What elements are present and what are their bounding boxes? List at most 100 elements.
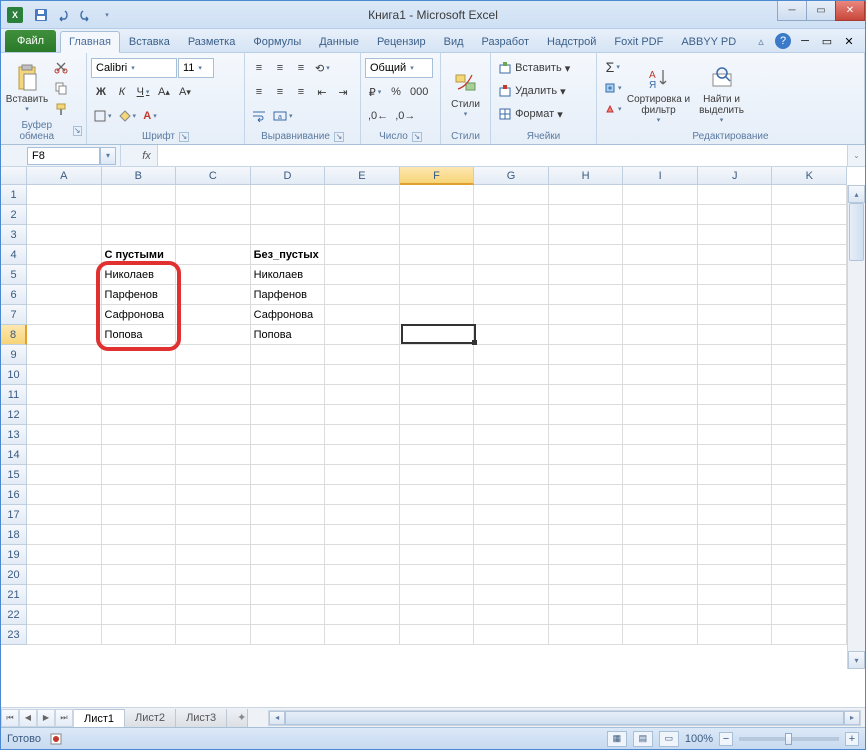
cell-K17[interactable] bbox=[772, 505, 847, 525]
sheet-nav-prev[interactable]: ◀ bbox=[19, 709, 37, 727]
cell-A16[interactable] bbox=[27, 485, 102, 505]
scroll-down-button[interactable]: ▾ bbox=[848, 651, 865, 669]
maximize-button[interactable]: ▭ bbox=[806, 1, 836, 21]
cell-F21[interactable] bbox=[400, 585, 475, 605]
cell-G8[interactable] bbox=[474, 325, 549, 345]
namebox[interactable]: F8 bbox=[27, 147, 100, 165]
align-center-button[interactable]: ≡ bbox=[270, 82, 290, 102]
cell-E12[interactable] bbox=[325, 405, 400, 425]
cell-B19[interactable] bbox=[102, 545, 177, 565]
cell-C14[interactable] bbox=[176, 445, 251, 465]
cell-A8[interactable] bbox=[27, 325, 102, 345]
tab-layout[interactable]: Разметка bbox=[179, 30, 245, 52]
percent-button[interactable]: % bbox=[386, 82, 406, 102]
cell-A15[interactable] bbox=[27, 465, 102, 485]
cell-B18[interactable] bbox=[102, 525, 177, 545]
cell-I13[interactable] bbox=[623, 425, 698, 445]
cell-D3[interactable] bbox=[251, 225, 326, 245]
fill-color-button[interactable] bbox=[116, 106, 140, 126]
cell-H16[interactable] bbox=[549, 485, 624, 505]
cell-I4[interactable] bbox=[623, 245, 698, 265]
cell-G6[interactable] bbox=[474, 285, 549, 305]
col-header-E[interactable]: E bbox=[325, 167, 400, 185]
cell-E11[interactable] bbox=[325, 385, 400, 405]
cell-H20[interactable] bbox=[549, 565, 624, 585]
cell-I15[interactable] bbox=[623, 465, 698, 485]
cell-H9[interactable] bbox=[549, 345, 624, 365]
cell-J3[interactable] bbox=[698, 225, 773, 245]
new-sheet-button[interactable]: ✦ bbox=[227, 709, 248, 727]
cell-H3[interactable] bbox=[549, 225, 624, 245]
cell-C13[interactable] bbox=[176, 425, 251, 445]
cell-K16[interactable] bbox=[772, 485, 847, 505]
tab-abbyy[interactable]: ABBYY PD bbox=[672, 30, 745, 52]
cell-F22[interactable] bbox=[400, 605, 475, 625]
cell-G15[interactable] bbox=[474, 465, 549, 485]
increase-decimal-button[interactable]: ,0← bbox=[365, 106, 391, 126]
cell-K8[interactable] bbox=[772, 325, 847, 345]
cell-E21[interactable] bbox=[325, 585, 400, 605]
cell-G22[interactable] bbox=[474, 605, 549, 625]
cell-K21[interactable] bbox=[772, 585, 847, 605]
row-header-17[interactable]: 17 bbox=[1, 505, 27, 525]
cell-J13[interactable] bbox=[698, 425, 773, 445]
cell-D18[interactable] bbox=[251, 525, 326, 545]
grid[interactable]: ABCDEFGHIJK 1234567891011121314151617181… bbox=[1, 167, 865, 687]
wrap-text-button[interactable] bbox=[249, 106, 269, 126]
cell-C15[interactable] bbox=[176, 465, 251, 485]
cell-G13[interactable] bbox=[474, 425, 549, 445]
cell-J22[interactable] bbox=[698, 605, 773, 625]
clipboard-launcher[interactable]: ↘ bbox=[73, 126, 82, 136]
indent-inc-button[interactable]: ⇥ bbox=[333, 82, 353, 102]
cell-D6[interactable]: Парфенов bbox=[251, 285, 326, 305]
cell-H14[interactable] bbox=[549, 445, 624, 465]
cell-J11[interactable] bbox=[698, 385, 773, 405]
number-launcher[interactable]: ↘ bbox=[412, 132, 422, 142]
cell-J5[interactable] bbox=[698, 265, 773, 285]
cell-C6[interactable] bbox=[176, 285, 251, 305]
cell-B21[interactable] bbox=[102, 585, 177, 605]
cell-B17[interactable] bbox=[102, 505, 177, 525]
cell-B10[interactable] bbox=[102, 365, 177, 385]
copy-button[interactable] bbox=[51, 78, 71, 98]
cell-G3[interactable] bbox=[474, 225, 549, 245]
tab-foxit[interactable]: Foxit PDF bbox=[605, 30, 672, 52]
view-pagelayout-button[interactable]: ▤ bbox=[633, 731, 653, 747]
cell-D13[interactable] bbox=[251, 425, 326, 445]
tab-view[interactable]: Вид bbox=[435, 30, 473, 52]
paste-button[interactable]: Вставить ▾ bbox=[5, 55, 49, 119]
col-header-A[interactable]: A bbox=[27, 167, 102, 185]
cell-A5[interactable] bbox=[27, 265, 102, 285]
row-header-7[interactable]: 7 bbox=[1, 305, 27, 325]
cell-D22[interactable] bbox=[251, 605, 326, 625]
cell-F5[interactable] bbox=[400, 265, 475, 285]
align-top-button[interactable]: ≡ bbox=[249, 58, 269, 78]
cell-E10[interactable] bbox=[325, 365, 400, 385]
cell-J8[interactable] bbox=[698, 325, 773, 345]
decrease-decimal-button[interactable]: ,0→ bbox=[392, 106, 418, 126]
underline-button[interactable]: Ч bbox=[133, 82, 153, 102]
cell-E19[interactable] bbox=[325, 545, 400, 565]
cell-I7[interactable] bbox=[623, 305, 698, 325]
cell-G19[interactable] bbox=[474, 545, 549, 565]
sort-filter-button[interactable]: АЯ Сортировка и фильтр▾ bbox=[627, 55, 691, 130]
cell-I20[interactable] bbox=[623, 565, 698, 585]
cell-F3[interactable] bbox=[400, 225, 475, 245]
cell-H22[interactable] bbox=[549, 605, 624, 625]
cell-H7[interactable] bbox=[549, 305, 624, 325]
row-header-8[interactable]: 8 bbox=[1, 325, 27, 345]
cell-D7[interactable]: Сафронова bbox=[251, 305, 326, 325]
file-tab[interactable]: Файл bbox=[5, 30, 56, 52]
cell-B5[interactable]: Николаев bbox=[102, 265, 177, 285]
col-header-F[interactable]: F bbox=[400, 167, 475, 185]
cell-I21[interactable] bbox=[623, 585, 698, 605]
close-button[interactable]: ✕ bbox=[835, 1, 865, 21]
cell-K23[interactable] bbox=[772, 625, 847, 645]
cell-F2[interactable] bbox=[400, 205, 475, 225]
row-header-22[interactable]: 22 bbox=[1, 605, 27, 625]
cell-E4[interactable] bbox=[325, 245, 400, 265]
cell-H11[interactable] bbox=[549, 385, 624, 405]
cell-E13[interactable] bbox=[325, 425, 400, 445]
sheet-nav-last[interactable]: ⏭ bbox=[55, 709, 73, 727]
cell-C1[interactable] bbox=[176, 185, 251, 205]
